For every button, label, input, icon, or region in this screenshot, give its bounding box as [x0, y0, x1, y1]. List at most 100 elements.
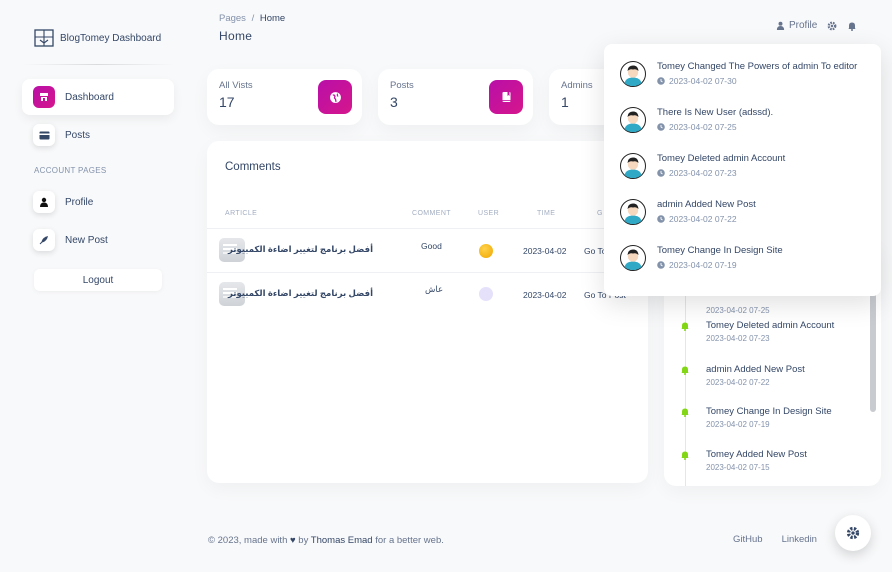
footer-author-link[interactable]: Thomas Emad	[311, 535, 373, 546]
store-icon	[33, 86, 55, 108]
timeline-time: 2023-04-02 07-22	[706, 378, 770, 387]
timeline-text: Tomey Change In Design Site	[706, 406, 832, 417]
top-actions: Profile	[776, 20, 857, 31]
gear-icon	[846, 526, 860, 540]
timeline-time: 2023-04-02 07-19	[706, 420, 770, 429]
row-divider	[207, 228, 648, 229]
column-header-go: G	[597, 210, 603, 217]
notification-time: 2023-04-02 07-30	[657, 76, 737, 86]
avatar-icon	[620, 153, 646, 179]
comment-time: 2023-04-02	[523, 290, 567, 300]
notifications-dropdown: Tomey Changed The Powers of admin To edi…	[604, 44, 881, 296]
section-label-account-pages: ACCOUNT PAGES	[34, 166, 107, 175]
comment-text: عاش	[425, 284, 444, 294]
notification-text: Tomey Change In Design Site	[657, 245, 783, 256]
sidebar-item-posts[interactable]: Posts	[22, 117, 174, 153]
column-header-time: TIME	[537, 210, 556, 217]
notification-item[interactable]: Tomey Deleted admin Account 2023-04-02 0…	[618, 148, 873, 188]
heart-icon: ♥	[290, 535, 296, 546]
sidebar-item-label: Profile	[65, 196, 94, 208]
notification-time-label: 2023-04-02 07-19	[669, 260, 737, 270]
comments-card: Comments ARTICLE COMMENT USER TIME G أفض…	[207, 141, 648, 483]
column-header-article: ARTICLE	[225, 210, 258, 217]
comment-time: 2023-04-02	[523, 246, 567, 256]
footer-by: by	[298, 535, 309, 546]
notification-time: 2023-04-02 07-25	[657, 122, 737, 132]
clock-icon	[657, 169, 665, 177]
breadcrumb-root[interactable]: Pages	[219, 13, 246, 24]
footer-prefix: © 2023, made with	[208, 535, 288, 546]
clock-icon	[657, 215, 665, 223]
breadcrumb-separator: /	[251, 13, 255, 24]
notification-text: admin Added New Post	[657, 199, 756, 210]
user-avatar	[479, 287, 493, 301]
user-avatar	[479, 244, 493, 258]
notification-item[interactable]: Tomey Change In Design Site 2023-04-02 0…	[618, 240, 873, 280]
brand[interactable]: BlogTomey Dashboard	[34, 28, 161, 48]
bell-icon	[681, 366, 689, 375]
notification-time-label: 2023-04-02 07-25	[669, 122, 737, 132]
footer-suffix: for a better web.	[375, 535, 444, 546]
breadcrumb: Pages / Home	[219, 13, 285, 24]
notification-item[interactable]: There Is New User (adssd). 2023-04-02 07…	[618, 102, 873, 142]
avatar-icon	[620, 199, 646, 225]
footer-links: GitHub Linkedin	[733, 534, 817, 545]
clock-icon	[657, 123, 665, 131]
stat-card-visits: All Vists 17	[207, 69, 362, 125]
avatar-icon	[620, 107, 646, 133]
bell-icon[interactable]	[847, 21, 857, 31]
sidebar-item-label: Posts	[65, 129, 91, 141]
avatar-icon	[620, 61, 646, 87]
comment-text: Good	[421, 241, 442, 251]
sidebar-item-dashboard[interactable]: Dashboard	[22, 79, 174, 115]
row-divider	[207, 272, 648, 273]
column-header-user: USER	[478, 210, 500, 217]
logo-icon	[34, 29, 54, 47]
notification-time: 2023-04-02 07-22	[657, 214, 737, 224]
column-header-comment: COMMENT	[412, 210, 451, 217]
notification-time-label: 2023-04-02 07-22	[669, 214, 737, 224]
notification-text: Tomey Changed The Powers of admin To edi…	[657, 61, 858, 72]
page-title: Home	[219, 29, 253, 43]
avatar-icon	[620, 245, 646, 271]
breadcrumb-current: Home	[259, 13, 286, 24]
logout-button[interactable]: Logout	[34, 269, 162, 291]
footer-link-linkedin[interactable]: Linkedin	[782, 534, 817, 545]
timeline-time: 2023-04-02 07-23	[706, 334, 770, 343]
article-title[interactable]: أفضل برنامج لتغيير اضاءة الكمبيوتر	[228, 244, 373, 255]
sidebar-item-profile[interactable]: Profile	[22, 184, 174, 220]
settings-fab-button[interactable]	[835, 515, 871, 551]
notification-item[interactable]: Tomey Changed The Powers of admin To edi…	[618, 56, 873, 96]
stat-card-posts: Posts 3	[378, 69, 533, 125]
globe-icon	[318, 80, 352, 114]
book-icon	[489, 80, 523, 114]
footer-credit: © 2023, made with ♥ by Thomas Emad for a…	[208, 535, 444, 546]
user-icon	[33, 191, 55, 213]
gear-icon[interactable]	[827, 21, 837, 31]
timeline-text: admin Added New Post	[706, 364, 805, 375]
user-icon	[776, 21, 785, 30]
sidebar-item-label: New Post	[65, 234, 108, 246]
timeline-text: Tomey Added New Post	[706, 449, 807, 460]
profile-link[interactable]: Profile	[776, 20, 817, 31]
profile-label: Profile	[789, 20, 818, 31]
card-icon	[33, 124, 55, 146]
timeline-text: Tomey Deleted admin Account	[706, 320, 835, 331]
bell-icon	[681, 451, 689, 460]
notification-item[interactable]: admin Added New Post 2023-04-02 07-22	[618, 194, 873, 234]
sidebar-item-label: Dashboard	[65, 91, 114, 103]
notification-time-label: 2023-04-02 07-30	[669, 76, 737, 86]
article-title[interactable]: أفضل برنامج لتغيير اضاءة الكمبيوتر	[228, 288, 373, 299]
clock-icon	[657, 77, 665, 85]
notification-time-label: 2023-04-02 07-23	[669, 168, 737, 178]
timeline-time: 2023-04-02 07-25	[706, 306, 770, 315]
bell-icon	[681, 408, 689, 417]
sidebar-item-new-post[interactable]: New Post	[22, 222, 174, 258]
notification-time: 2023-04-02 07-23	[657, 168, 737, 178]
comments-title: Comments	[225, 161, 281, 173]
timeline-time: 2023-04-02 07-15	[706, 463, 770, 472]
clock-icon	[657, 261, 665, 269]
sidebar-divider	[22, 64, 174, 65]
bell-icon	[681, 322, 689, 331]
footer-link-github[interactable]: GitHub	[733, 534, 763, 545]
